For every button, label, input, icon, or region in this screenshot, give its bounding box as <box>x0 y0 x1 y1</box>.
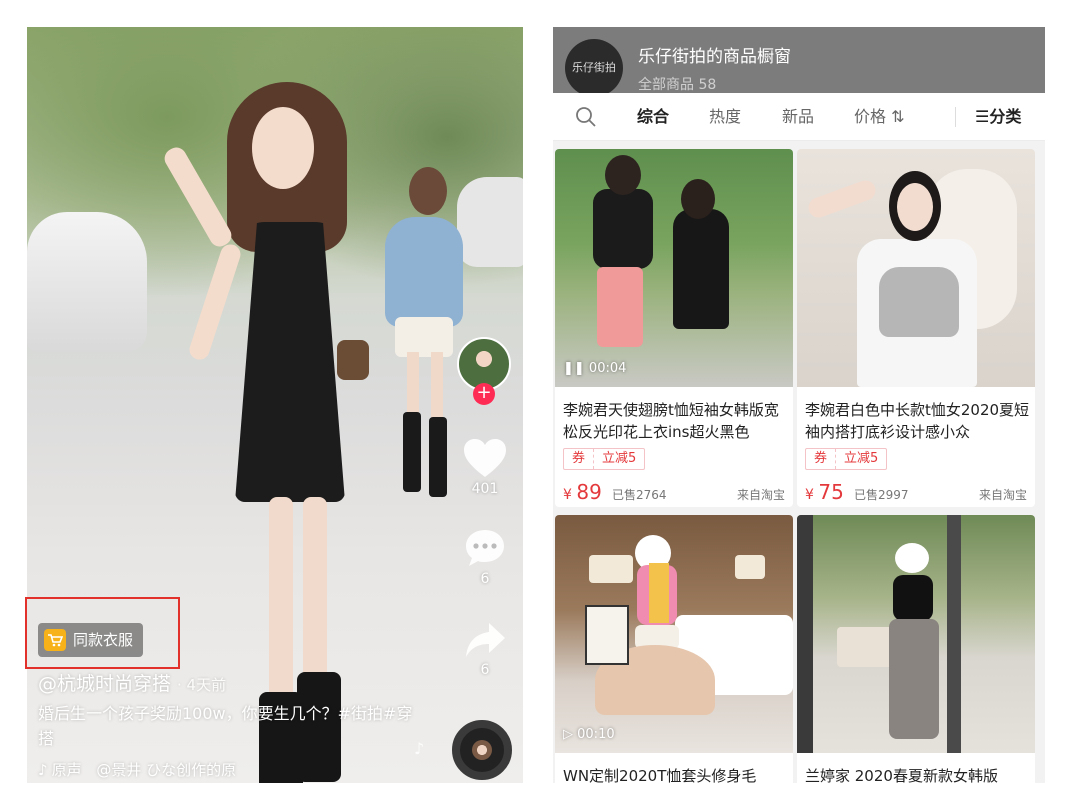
like-button[interactable]: 401 <box>459 437 511 497</box>
post-time: · 4天前 <box>177 676 227 694</box>
music-prefix: 原声 <box>51 761 82 779</box>
music-title: @景井 ひな创作的原 <box>96 761 237 779</box>
comment-count: 6 <box>480 571 490 587</box>
sold-count: 已售2764 <box>612 488 667 502</box>
search-icon[interactable] <box>575 106 597 128</box>
coupon-badge: 券立减5 <box>805 448 888 470</box>
creator-avatar[interactable]: + <box>457 337 513 409</box>
heart-icon <box>464 439 506 477</box>
sort-tab-new[interactable]: 新品 <box>782 93 814 141</box>
comment-icon <box>466 530 504 566</box>
sort-tab-price[interactable]: 价格 ⇅ <box>854 93 905 141</box>
share-count: 6 <box>480 662 490 678</box>
side-action-bar: + 401 6 6 <box>457 337 517 757</box>
author-handle[interactable]: @杭城时尚穿搭 <box>38 673 171 695</box>
product-window: 乐仔街拍 乐仔街拍的商品橱窗 全部商品 58 综合 热度 新品 价格 ⇅ ☰分类 <box>553 27 1045 783</box>
sort-tab-comprehensive[interactable]: 综合 <box>637 93 669 141</box>
share-arrow-icon <box>466 623 505 657</box>
list-icon: ☰ <box>975 107 990 126</box>
store-logo: 乐仔街拍 <box>565 39 623 97</box>
divider <box>955 107 956 127</box>
product-card[interactable]: ▷ 00:10 WN定制2020T恤套头修身毛 <box>555 515 793 783</box>
product-title[interactable]: 李婉君天使翅膀t恤短袖女韩版宽松反光印花上衣ins超火黑色 <box>563 399 789 443</box>
product-source: 来自淘宝 <box>978 488 1027 502</box>
product-price: ¥ 89 <box>563 480 602 504</box>
store-header: 乐仔街拍 乐仔街拍的商品橱窗 全部商品 58 <box>553 27 1045 97</box>
cart-icon <box>44 629 66 651</box>
category-button[interactable]: ☰分类 <box>975 93 1021 141</box>
product-title[interactable]: 李婉君白色中长款t恤女2020夏短袖内搭打底衫设计感小众 <box>805 399 1031 443</box>
product-image[interactable] <box>555 149 793 387</box>
background-car <box>27 212 147 352</box>
product-card[interactable]: ❚❚ 00:04 李婉君天使翅膀t恤短袖女韩版宽松反光印花上衣ins超火黑色 券… <box>555 149 793 507</box>
share-button[interactable]: 6 <box>459 620 511 678</box>
same-clothes-tag[interactable]: 同款衣服 <box>38 623 144 657</box>
product-image[interactable] <box>797 149 1035 387</box>
store-title: 乐仔街拍的商品橱窗 <box>638 47 791 67</box>
sold-count: 已售2997 <box>854 488 909 502</box>
coupon-badge: 券立减5 <box>563 448 646 470</box>
product-image[interactable] <box>797 515 1035 753</box>
product-price: ¥ 75 <box>805 480 844 504</box>
sort-bar: 综合 热度 新品 价格 ⇅ ☰分类 <box>553 93 1045 141</box>
music-line[interactable]: ♪ 原声 @景井 ひな创作的原 <box>38 759 236 780</box>
product-image[interactable] <box>555 515 793 753</box>
video-caption: 婚后生一个孩子奖励100w，你要生几个？#街拍#穿搭 <box>38 704 413 748</box>
product-source: 来自淘宝 <box>736 488 785 502</box>
author-line: @杭城时尚穿搭 · 4天前 <box>38 669 226 696</box>
product-title[interactable]: WN定制2020T恤套头修身毛 <box>563 765 789 783</box>
tiktok-note-icon: ♪ <box>38 761 48 779</box>
product-total: 全部商品 58 <box>638 77 717 93</box>
like-count: 401 <box>471 481 499 497</box>
product-card[interactable]: 兰婷家 2020春夏新款女韩版 <box>797 515 1035 783</box>
comment-button[interactable]: 6 <box>459 527 511 587</box>
product-card[interactable]: 李婉君白色中长款t恤女2020夏短袖内搭打底衫设计感小众 券立减5 ¥ 75 已… <box>797 149 1035 507</box>
same-clothes-label: 同款衣服 <box>73 631 134 649</box>
follow-plus-icon[interactable]: + <box>473 383 495 405</box>
screenshot-canvas: + 401 6 6 ♪ 同款衣服 @杭城时尚穿搭 · 4天前 婚后生一个孩子奖励… <box>0 0 1080 810</box>
product-title[interactable]: 兰婷家 2020春夏新款女韩版 <box>805 765 1031 783</box>
music-disc-icon[interactable] <box>452 720 512 780</box>
sort-tab-popularity[interactable]: 热度 <box>709 93 741 141</box>
